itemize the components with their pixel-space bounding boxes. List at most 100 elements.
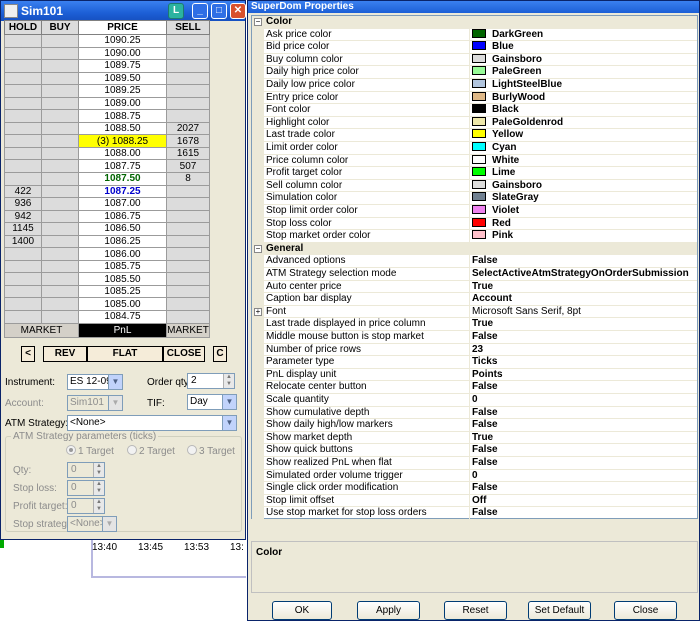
property-row[interactable]: Font color Black bbox=[252, 104, 697, 117]
property-row[interactable]: Bid price color Blue bbox=[252, 41, 697, 54]
property-row[interactable]: Entry price color BurlyWood bbox=[252, 91, 697, 105]
sell-cell[interactable] bbox=[166, 109, 210, 123]
property-value[interactable]: SlateGray bbox=[472, 192, 697, 205]
property-value[interactable]: 0 bbox=[472, 394, 697, 407]
property-row[interactable]: Last trade color Yellow bbox=[252, 129, 697, 142]
sell-cell[interactable] bbox=[166, 71, 210, 86]
property-value[interactable]: SelectActiveAtmStrategyOnOrderSubmission bbox=[472, 268, 697, 281]
property-row[interactable]: Stop limit offset Off bbox=[252, 494, 697, 508]
property-value[interactable]: Gainsboro bbox=[472, 53, 697, 67]
property-value[interactable]: PaleGoldenrod bbox=[472, 116, 697, 130]
property-value[interactable]: Pink bbox=[472, 230, 697, 243]
property-row[interactable]: Sell column color Gainsboro bbox=[252, 179, 697, 193]
buy-cell[interactable] bbox=[41, 222, 79, 236]
property-row[interactable]: Simulation color SlateGray bbox=[252, 192, 697, 205]
property-grid[interactable]: − Color Ask price color DarkGreen Bid price … bbox=[251, 15, 698, 520]
buy-cell[interactable] bbox=[41, 121, 79, 136]
property-row[interactable]: + Font Microsoft Sans Serif, 8pt bbox=[252, 305, 697, 319]
sell-cell[interactable]: 8 bbox=[166, 172, 210, 186]
property-row[interactable]: Show cumulative depth False bbox=[252, 406, 697, 420]
hold-cell[interactable] bbox=[4, 134, 42, 148]
property-row[interactable]: Parameter type Ticks bbox=[252, 356, 697, 369]
maximize-icon[interactable]: □ bbox=[211, 3, 227, 19]
sell-cell[interactable]: 1678 bbox=[166, 134, 210, 148]
hold-cell[interactable] bbox=[4, 59, 42, 73]
spin-arrows-icon[interactable]: ▲ ▼ bbox=[93, 463, 104, 477]
buy-cell[interactable] bbox=[41, 234, 79, 249]
instrument-select[interactable]: ES 12-09 ▼ bbox=[67, 374, 123, 390]
buy-cell[interactable] bbox=[41, 272, 79, 286]
property-row[interactable]: Ask price color DarkGreen bbox=[252, 28, 697, 42]
hold-cell[interactable] bbox=[4, 96, 42, 111]
buy-cell[interactable] bbox=[41, 146, 79, 161]
property-value[interactable]: Lime bbox=[472, 167, 697, 180]
property-row[interactable]: Use stop market for stop loss orders Fals… bbox=[252, 507, 697, 520]
close-position-button[interactable]: CLOSE bbox=[163, 346, 205, 362]
sell-cell[interactable] bbox=[166, 272, 210, 286]
property-value[interactable]: False bbox=[472, 407, 697, 420]
property-row[interactable]: Highlight color PaleGoldenrod bbox=[252, 116, 697, 130]
property-row[interactable]: Buy column color Gainsboro bbox=[252, 53, 697, 67]
buy-cell[interactable] bbox=[41, 209, 79, 224]
property-row[interactable]: Simulated order volume trigger 0 bbox=[252, 469, 697, 483]
buy-cell[interactable] bbox=[41, 96, 79, 111]
hold-cell[interactable]: 1400 bbox=[4, 234, 42, 249]
property-value[interactable]: Violet bbox=[472, 205, 697, 218]
hold-cell[interactable] bbox=[4, 259, 42, 274]
hold-cell[interactable] bbox=[4, 146, 42, 161]
buy-cell[interactable] bbox=[41, 46, 79, 61]
sell-cell[interactable] bbox=[166, 184, 210, 199]
sell-cell[interactable] bbox=[166, 197, 210, 211]
profit-target-stepper[interactable]: 0 ▲ ▼ bbox=[67, 498, 105, 514]
property-row[interactable]: Middle mouse button is stop market False bbox=[252, 331, 697, 344]
property-value[interactable]: DarkGreen bbox=[472, 28, 697, 42]
close-icon[interactable]: ✕ bbox=[230, 3, 246, 19]
center-button[interactable]: C bbox=[213, 346, 227, 362]
hold-cell[interactable]: 422 bbox=[4, 184, 42, 199]
buy-cell[interactable] bbox=[41, 310, 79, 324]
radio-1-target[interactable]: 1 Target bbox=[66, 445, 114, 457]
radio-2-target[interactable]: 2 Target bbox=[127, 445, 175, 457]
buy-cell[interactable] bbox=[41, 259, 79, 274]
category-header[interactable]: − Color bbox=[252, 16, 697, 29]
sell-cell[interactable] bbox=[166, 209, 210, 224]
property-value[interactable]: False bbox=[472, 381, 697, 394]
property-row[interactable]: Number of price rows 23 bbox=[252, 343, 697, 357]
property-value[interactable]: Off bbox=[472, 495, 697, 508]
property-row[interactable]: Stop limit order color Violet bbox=[252, 205, 697, 218]
property-value[interactable]: False bbox=[472, 331, 697, 344]
sell-cell[interactable] bbox=[166, 34, 210, 48]
order-qty-stepper[interactable]: 2 ▲ ▼ bbox=[187, 373, 235, 389]
property-row[interactable]: Show quick buttons False bbox=[252, 444, 697, 457]
hold-cell[interactable] bbox=[4, 310, 42, 324]
buy-cell[interactable] bbox=[41, 34, 79, 48]
property-value[interactable]: Black bbox=[472, 104, 697, 117]
property-row[interactable]: Auto center price True bbox=[252, 280, 697, 294]
sell-cell[interactable] bbox=[166, 259, 210, 274]
property-row[interactable]: Price column color White bbox=[252, 154, 697, 168]
property-value[interactable]: Cyan bbox=[472, 142, 697, 155]
sell-cell[interactable] bbox=[166, 222, 210, 236]
property-value[interactable]: Points bbox=[472, 369, 697, 382]
sell-cell[interactable] bbox=[166, 84, 210, 98]
property-row[interactable]: Scale quantity 0 bbox=[252, 394, 697, 407]
ok-button[interactable]: OK bbox=[272, 601, 332, 620]
buy-cell[interactable] bbox=[41, 84, 79, 98]
property-row[interactable]: Advanced options False bbox=[252, 255, 697, 268]
property-value[interactable]: Red bbox=[472, 217, 697, 231]
property-row[interactable]: PnL display unit Points bbox=[252, 368, 697, 382]
hold-cell[interactable] bbox=[4, 284, 42, 299]
property-row[interactable]: Show daily high/low markers False bbox=[252, 419, 697, 432]
reverse-button[interactable]: REV bbox=[43, 346, 87, 362]
buy-cell[interactable] bbox=[41, 297, 79, 312]
property-row[interactable]: Relocate center button False bbox=[252, 381, 697, 394]
apply-button[interactable]: Apply bbox=[357, 601, 420, 620]
hold-cell[interactable] bbox=[4, 272, 42, 286]
sell-cell[interactable] bbox=[166, 247, 210, 261]
hold-cell[interactable] bbox=[4, 84, 42, 98]
buy-cell[interactable] bbox=[41, 59, 79, 73]
spin-arrows-icon[interactable]: ▲ ▼ bbox=[93, 499, 104, 513]
hold-cell[interactable] bbox=[4, 46, 42, 61]
sell-cell[interactable]: 507 bbox=[166, 159, 210, 173]
property-value[interactable]: False bbox=[472, 457, 697, 470]
